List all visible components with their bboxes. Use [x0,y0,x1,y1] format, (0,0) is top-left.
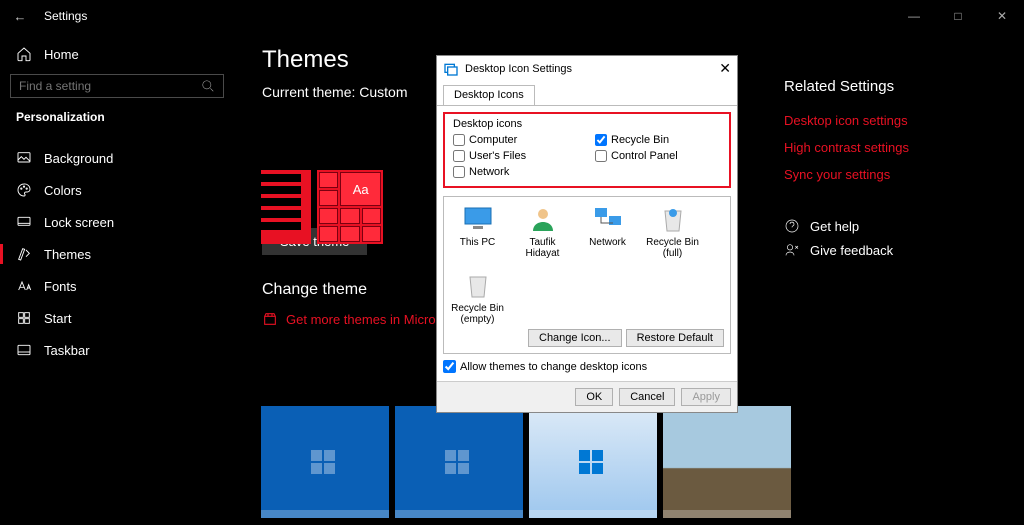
apply-button[interactable]: Apply [681,388,731,406]
home-icon [16,46,32,62]
sidebar-item-lock-screen[interactable]: Lock screen [10,206,224,238]
close-icon[interactable]: ✕ [980,9,1024,23]
icon-recycle-full[interactable]: Recycle Bin (full) [645,203,700,259]
theme-thumb-blue-2[interactable] [395,406,523,518]
get-help-link[interactable]: Get help [784,218,1010,234]
allow-themes-checkbox[interactable]: Allow themes to change desktop icons [443,360,731,373]
home-button[interactable]: Home [10,40,224,74]
chk-network[interactable]: Network [453,166,579,178]
icon-label: Network [589,237,626,248]
ok-button[interactable]: OK [575,388,613,406]
icon-network[interactable]: Network [580,203,635,259]
allow-themes-box[interactable] [443,360,456,373]
chk-userfiles-box[interactable] [453,150,465,162]
sidebar-item-label: Background [44,151,113,166]
cancel-button[interactable]: Cancel [619,388,675,406]
picture-icon [16,150,32,166]
swatch-sample-text: Aa [340,172,381,206]
give-feedback-link[interactable]: Give feedback [784,242,1010,258]
sidebar-item-label: Lock screen [44,215,114,230]
sidebar-item-colors[interactable]: Colors [10,174,224,206]
restore-default-button[interactable]: Restore Default [626,329,724,347]
dialog-title: Desktop Icon Settings [465,63,572,75]
sidebar: Home Personalization Background Colors L… [0,32,234,525]
search-icon [201,79,215,93]
chk-recyclebin-box[interactable] [595,134,607,146]
icon-this-pc[interactable]: This PC [450,203,505,259]
chk-computer[interactable]: Computer [453,134,579,146]
chk-label: Control Panel [611,150,678,162]
feedback-icon [784,242,800,258]
chk-label: Network [469,166,509,178]
window-title: Settings [44,9,87,23]
sidebar-item-start[interactable]: Start [10,302,224,334]
chk-label: Recycle Bin [611,134,669,146]
related-link-sync[interactable]: Sync your settings [784,161,1010,188]
allow-themes-label: Allow themes to change desktop icons [460,361,647,373]
sidebar-item-themes[interactable]: Themes [10,238,224,270]
sidebar-item-fonts[interactable]: Fonts [10,270,224,302]
icon-label: This PC [460,237,496,248]
palette-icon [16,182,32,198]
related-header: Related Settings [784,78,1010,95]
chk-network-box[interactable] [453,166,465,178]
dialog-titlebar: Desktop Icon Settings ✕ [437,56,737,81]
chk-recyclebin[interactable]: Recycle Bin [595,134,721,146]
theme-thumb-blue[interactable] [261,406,389,518]
store-icon [262,311,278,327]
start-icon [16,310,32,326]
titlebar: ← Settings ― □ ✕ [0,0,1024,32]
theme-thumb-light[interactable] [529,406,657,518]
theme-thumb-photo[interactable] [663,406,791,518]
dialog-close-icon[interactable]: ✕ [719,60,731,77]
fonts-icon [16,278,32,294]
icon-label: Taufik Hidayat [526,237,560,259]
themes-icon [16,246,32,262]
icon-label: Recycle Bin (full) [646,237,699,259]
dialog-tab[interactable]: Desktop Icons [443,85,535,105]
chk-controlpanel-box[interactable] [595,150,607,162]
search-input[interactable] [19,79,201,93]
chk-label: Computer [469,134,517,146]
maximize-icon[interactable]: □ [936,9,980,23]
theme-thumbnails [261,406,791,518]
related-link-desktop-icon[interactable]: Desktop icon settings [784,107,1010,134]
sidebar-item-label: Fonts [44,279,77,294]
dialog-icon [443,61,459,77]
icon-user[interactable]: Taufik Hidayat [515,203,570,259]
back-icon[interactable]: ← [8,9,32,24]
minimize-icon[interactable]: ― [892,9,936,23]
related-settings: Related Settings Desktop icon settings H… [784,32,1024,525]
help-icon [784,218,800,234]
icon-recycle-empty[interactable]: Recycle Bin (empty) [450,269,505,325]
sidebar-item-label: Colors [44,183,82,198]
related-link-high-contrast[interactable]: High contrast settings [784,134,1010,161]
sidebar-item-label: Start [44,311,71,326]
desktop-icon-settings-dialog: Desktop Icon Settings ✕ Desktop Icons De… [436,55,738,413]
theme-swatch-color [261,170,311,244]
lock-screen-icon [16,214,32,230]
group-title: Desktop icons [453,118,721,130]
sidebar-section: Personalization [16,110,218,124]
icon-well: This PC Taufik Hidayat Network Recycle B… [443,196,731,354]
change-icon-button[interactable]: Change Icon... [528,329,622,347]
taskbar-icon [16,342,32,358]
desktop-icons-group: Desktop icons Computer Recycle Bin User'… [443,112,731,188]
chk-label: User's Files [469,150,526,162]
sidebar-item-label: Taskbar [44,343,90,358]
chk-controlpanel[interactable]: Control Panel [595,150,721,162]
chk-computer-box[interactable] [453,134,465,146]
sidebar-item-background[interactable]: Background [10,142,224,174]
theme-swatch-tiles: Aa [317,170,383,244]
sidebar-item-label: Themes [44,247,91,262]
search-box[interactable] [10,74,224,98]
home-label: Home [44,47,79,62]
help-label: Get help [810,219,859,234]
chk-userfiles[interactable]: User's Files [453,150,579,162]
feedback-label: Give feedback [810,243,893,258]
icon-label: Recycle Bin (empty) [451,303,504,325]
sidebar-item-taskbar[interactable]: Taskbar [10,334,224,366]
